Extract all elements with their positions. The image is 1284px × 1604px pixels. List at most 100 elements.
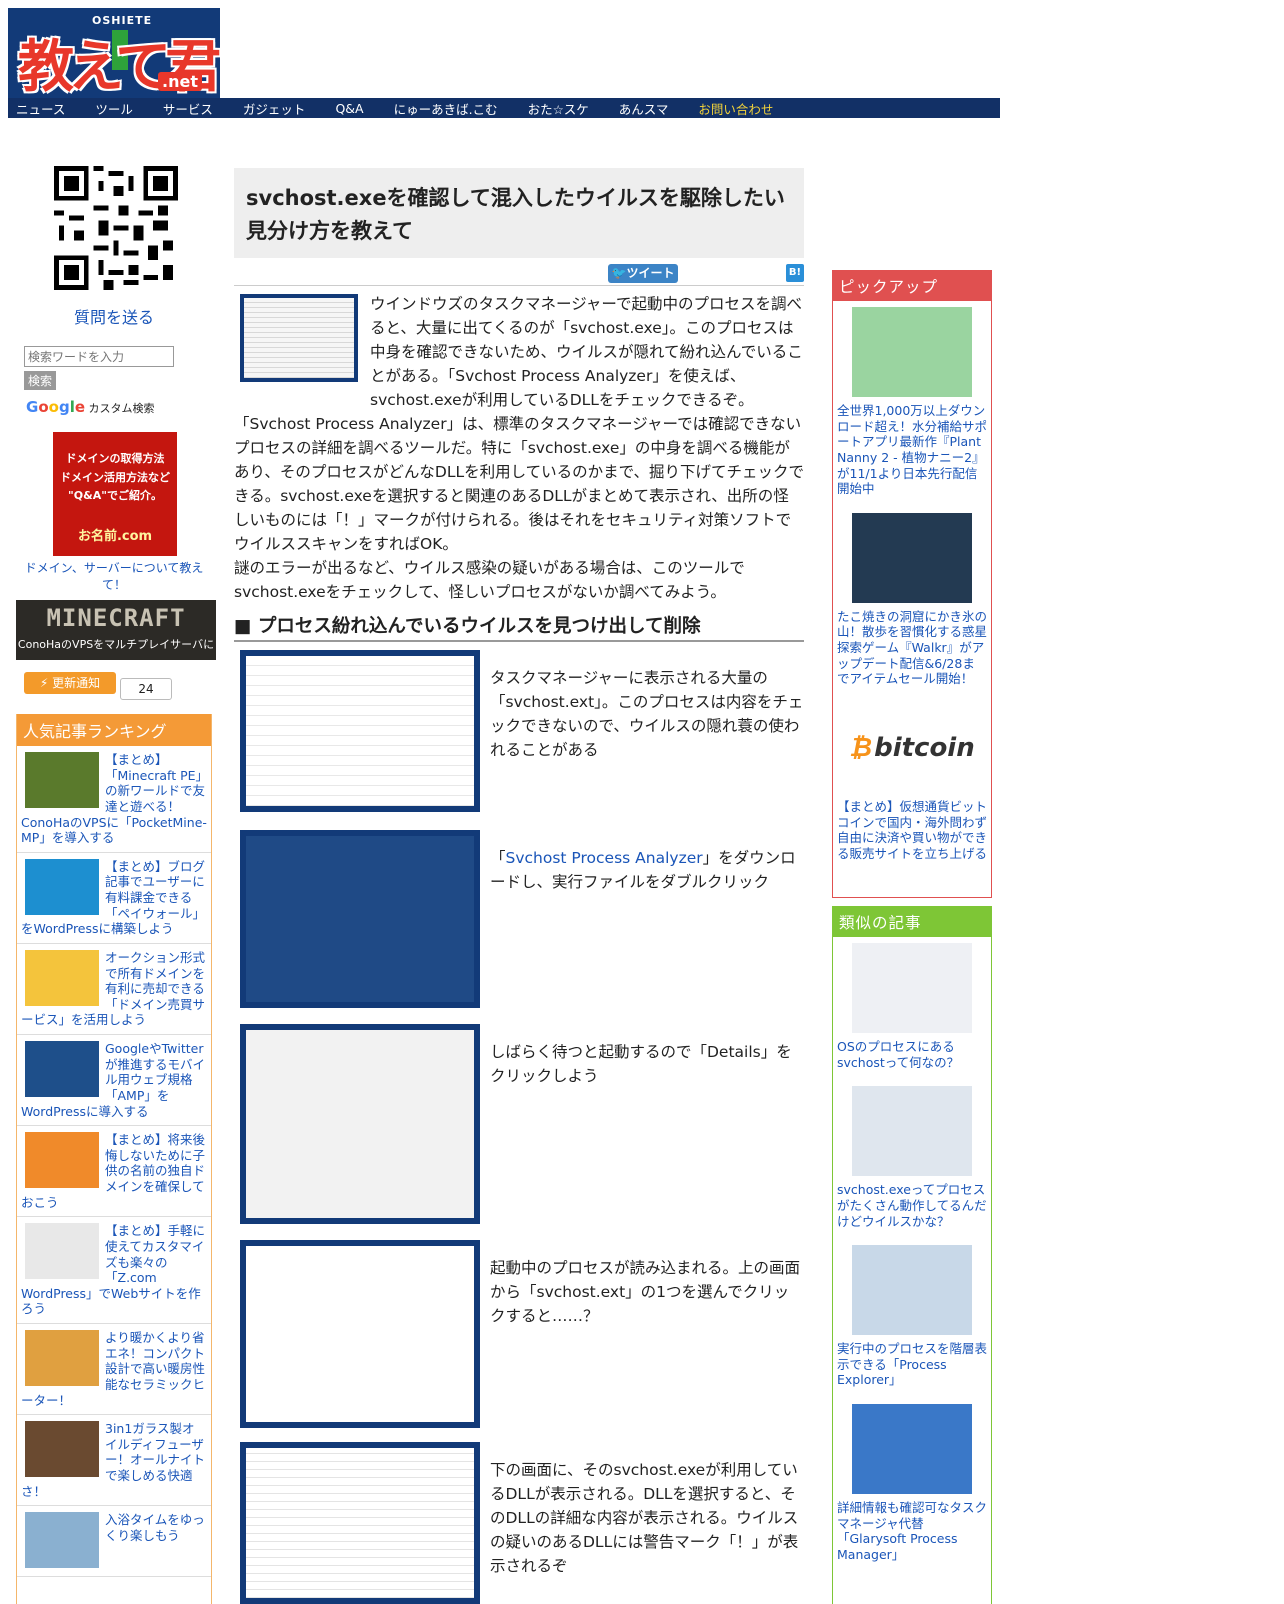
nav-akiba[interactable]: にゅーあきば.こむ [394,99,498,118]
similar-item[interactable]: svchost.exeってプロセスがたくさん動作してるんだけどウイルスかな？ [833,1080,991,1239]
ranking-item[interactable]: 3in1ガラス製オイルディフューザー！オールナイトで楽しめる快適さ！ [17,1415,211,1507]
bitcoin-logo-text: bitcoin [874,732,975,763]
logo-net: .net [158,72,202,91]
step-5-screenshot[interactable] [240,1442,480,1604]
ranking-thumb [25,752,99,808]
lead-screenshot[interactable] [240,294,358,382]
lead-paragraph-2: 「Svchost Process Analyzer」は、標準のタスクマネージャー… [234,415,805,554]
lead-paragraph-1: ウインドウズのタスクマネージャーで起動中のプロセスを調べると、大量に出てくるのが… [370,295,803,410]
pickup-title: ピックアップ [833,271,991,301]
ranking-thumb [25,1421,99,1478]
ranking-item[interactable]: 【まとめ】手軽に使えてカスタマイズも楽々の「Z.com WordPress」でW… [17,1217,211,1324]
send-question-link[interactable]: 質問を送る [16,304,212,328]
ad-line-1: ドメインの取得方法 [65,452,165,465]
qr-code [54,166,178,290]
update-label: 更新通知 [52,676,101,690]
similar-item-text: 詳細情報も確認可なタスクマネージャ代替「Glarysoft Process Ma… [837,1500,988,1562]
step-4-screenshot[interactable] [240,1240,480,1428]
onamae-ad-banner[interactable]: ドメインの取得方法 ドメイン活用方法など "Q&A"でご紹介。 お名前.com [53,432,177,556]
bitcoin-logo: ₿ bitcoin [849,732,975,763]
minecraft-title: MINECRAFT [46,604,186,632]
pickup-item[interactable]: 全世界1,000万以上ダウンロード超え！水分補給サポートアプリ最新作『Plant… [833,301,991,507]
nav-otasuke[interactable]: おた☆スケ [528,99,589,118]
ranking-item[interactable]: GoogleやTwitterが推進するモバイル用ウェブ規格「AMP」をWordP… [17,1035,211,1127]
nav-gadgets[interactable]: ガジェット [243,99,306,118]
ranking-thumb [25,858,99,915]
article-title: svchost.exeを確認して混入したウイルスを駆除したい 見分け方を教えて [246,186,785,243]
step-2-screenshot[interactable] [240,830,480,1008]
step-3-text: しばらく待つと起動するので「Details」をクリックしよう [490,1043,792,1086]
nav-tools[interactable]: ツール [95,99,133,118]
similar-thumb [852,1086,972,1177]
twitter-icon: 🐦 [611,266,627,280]
ranking-thumb [25,1512,99,1569]
pickup-box: ピックアップ 全世界1,000万以上ダウンロード超え！水分補給サポートアプリ最新… [832,270,992,898]
step-5-text: 下の画面に、そのsvchost.exeが利用しているDLLが表示される。DLLを… [490,1461,799,1576]
pickup-thumb [852,512,972,603]
hatena-bookmark-button[interactable]: B! [786,264,804,282]
pickup-item-text: 全世界1,000万以上ダウンロード超え！水分補給サポートアプリ最新作『Plant… [837,403,988,497]
similar-thumb [852,1245,972,1336]
ranking-thumb [25,1223,99,1280]
ranking-box: 人気記事ランキング 【まとめ】「Minecraft PE」の新ワールドで友達と遊… [16,714,212,1604]
similar-box: 類似の記事 OSのプロセスにあるsvchostって何なの？ svchost.ex… [832,906,992,1604]
pickup-item[interactable]: ₿ bitcoin 【まとめ】仮想通貨ビットコインで国内・海外問わず自由に決済や買い… [833,697,991,872]
update-count: 24 [120,678,172,700]
google-custom-search: Google カスタム検索 [26,398,155,416]
right-sidebar: ピックアップ 全世界1,000万以上ダウンロード超え！水分補給サポートアプリ最新… [832,270,992,1604]
domain-ad-caption[interactable]: ドメイン、サーバーについて教えて！ [16,560,212,594]
search-input[interactable] [24,346,174,367]
similar-item[interactable]: 実行中のプロセスを階層表示できる「Process Explorer」 [833,1239,991,1398]
article-title-box: svchost.exeを確認して混入したウイルスを駆除したい 見分け方を教えて [234,168,804,258]
search-button[interactable]: 検索 [24,371,56,390]
nav-ansuma[interactable]: あんスマ [619,99,669,118]
nav-qa[interactable]: Q&A [335,101,363,116]
nav-news[interactable]: ニュース [16,99,65,118]
main-nav: ニュース ツール サービス ガジェット Q&A にゅーあきば.こむ おた☆スケ … [8,98,1000,118]
ranking-title: 人気記事ランキング [17,714,211,746]
pickup-thumb [852,307,972,397]
analyzer-link[interactable]: Svchost Process Analyzer [506,849,703,867]
step-3-screenshot[interactable] [240,1024,480,1224]
minecraft-banner[interactable]: MINECRAFT ConoHaのVPSをマルチプレイサーバに [16,600,216,660]
pickup-item[interactable]: たこ焼きの洞窟にかき氷の山！散歩を習慣化する惑星探索ゲーム『Walkr』がアップ… [833,507,991,697]
similar-title: 類似の記事 [833,907,991,937]
step-1-text: タスクマネージャーに表示される大量の「svchost.ext」。このプロセスは内… [490,669,804,760]
ranking-item[interactable]: より暖かくより省エネ！コンパクト設計で高い暖房性能なセラミックヒーター！ [17,1324,211,1416]
nav-contact[interactable]: お問い合わせ [698,99,773,118]
step-2-text: 「Svchost Process Analyzer」をダウンロードし、実行ファイ… [490,849,796,892]
step-4-text: 起動中のプロセスが読み込まれる。上の画面から「svchost.ext」の1つを選… [490,1259,801,1326]
pickup-item-text: 【まとめ】仮想通貨ビットコインで国内・海外問わず自由に決済や買い物ができる販売サ… [837,798,988,861]
similar-thumb [852,1404,972,1494]
lead-paragraphs: 「Svchost Process Analyzer」は、標準のタスクマネージャー… [234,412,804,604]
similar-item[interactable]: 詳細情報も確認可なタスクマネージャ代替「Glarysoft Process Ma… [833,1398,991,1573]
lead-paragraph-3: 謎のエラーが出るなど、ウイルス感染の疑いがある場合は、このツールでsvchost… [234,559,745,602]
pickup-item-text: たこ焼きの洞窟にかき氷の山！散歩を習慣化する惑星探索ゲーム『Walkr』がアップ… [837,608,988,687]
ranking-thumb [25,1041,99,1097]
ad-line-2: ドメイン活用方法など [60,470,170,484]
ranking-item[interactable]: 入浴タイムをゆっくり楽しもう [17,1506,211,1578]
similar-item-text: 実行中のプロセスを階層表示できる「Process Explorer」 [837,1341,988,1388]
ranking-thumb [25,1330,99,1386]
similar-item-text: OSのプロセスにあるsvchostって何なの？ [837,1039,960,1070]
tweet-button[interactable]: 🐦ツイート [608,264,678,283]
google-logo: Google [26,398,86,416]
nav-services[interactable]: サービス [163,99,213,118]
ad-brand: お名前.com [77,528,153,544]
ranking-item[interactable]: 【まとめ】ブログ記事でユーザーに有料課金できる「ペイウォール」をWordPres… [17,853,211,944]
similar-thumb [852,943,972,1033]
ad-line-3: "Q&A"でご紹介。 [68,489,162,503]
custom-search-label: カスタム検索 [88,402,155,415]
ranking-item[interactable]: 【まとめ】「Minecraft PE」の新ワールドで友達と遊べる！ConoHaの… [17,746,211,853]
update-notify-button[interactable]: ⚡ 更新通知 [24,672,116,694]
step-1-screenshot[interactable] [240,650,480,812]
ranking-item[interactable]: オークション形式で所有ドメインを有利に売却できる「ドメイン売買サービス」を活用し… [17,944,211,1035]
similar-item[interactable]: OSのプロセスにあるsvchostって何なの？ [833,937,991,1080]
similar-item-text: svchost.exeってプロセスがたくさん動作してるんだけどウイルスかな？ [837,1182,987,1229]
minecraft-subtitle: ConoHaのVPSをマルチプレイサーバに [17,638,215,651]
ranking-item[interactable]: 【まとめ】将来後悔しないために子供の名前の独自ドメインを確保しておこう [17,1126,211,1218]
tweet-label: ツイート [626,266,675,280]
site-logo[interactable]: OSHIETE 教えて君 .net [8,8,220,98]
ranking-thumb [25,1132,99,1189]
article: svchost.exeを確認して混入したウイルスを駆除したい 見分け方を教えて … [234,168,804,1604]
